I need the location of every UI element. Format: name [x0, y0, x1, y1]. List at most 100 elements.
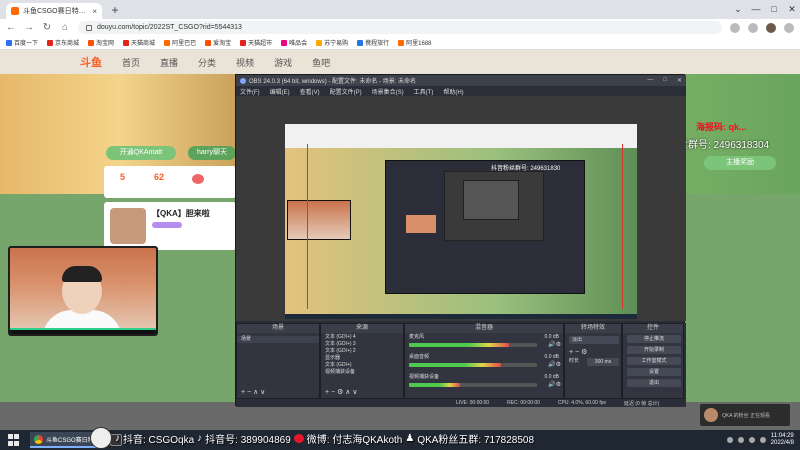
bookmark-item[interactable]: 爱淘宝 — [205, 38, 231, 47]
obs-menu-item[interactable]: 配置文件(P) — [330, 87, 362, 96]
obs-menu-item[interactable]: 编辑(E) — [270, 87, 290, 96]
address-bar-row: ← → ↻ ⌂ douyu.com/topic/2022ST_CSGO?rid=… — [0, 19, 800, 36]
open-fan-button[interactable]: 开通QKAmatt — [106, 146, 176, 160]
volume-meter[interactable] — [409, 383, 537, 387]
bookmark-item[interactable]: 百度一下 — [6, 38, 38, 47]
stat-number: 62 — [154, 172, 165, 182]
mute-speaker-icon[interactable]: 🔊⚙ — [548, 341, 561, 348]
bookmark-item[interactable]: 苏宁易购 — [316, 38, 348, 47]
windows-start-icon[interactable] — [4, 434, 22, 446]
control-button[interactable]: 设置 — [627, 368, 681, 376]
tab-title: 斗鱼CSGO赛日特… — [23, 8, 86, 15]
obs-minimize-button[interactable]: — — [647, 77, 653, 84]
bookmark-item[interactable]: 阿里1688 — [398, 38, 432, 47]
network-icon[interactable] — [748, 437, 755, 443]
source-item[interactable]: 视频捕获设备 — [321, 369, 403, 376]
gift-icon[interactable] — [192, 174, 204, 184]
streamer-avatar[interactable] — [110, 208, 146, 244]
forward-button[interactable]: → — [24, 22, 34, 33]
nav-category[interactable]: 分类 — [198, 56, 216, 69]
source-item[interactable]: 文本 (GDI+) 2 — [321, 348, 403, 355]
obs-maximize-button[interactable]: □ — [663, 77, 667, 84]
browser-tabstrip: 斗鱼CSGO赛日特… × + ⌄ — □ ✕ — [0, 0, 800, 19]
control-button[interactable]: 开始录制 — [627, 346, 681, 354]
transition-add-button[interactable]: + − ⚙ — [569, 348, 587, 356]
volume-meter[interactable] — [409, 363, 537, 367]
nav-fishbar[interactable]: 鱼吧 — [312, 56, 330, 69]
source-item[interactable]: 文本 (GDI+) 4 — [321, 334, 403, 341]
bookmark-label: 苏宁易购 — [324, 41, 349, 47]
source-add-button[interactable]: + − ⚙ ∧ ∨ — [325, 388, 357, 396]
tab-close-icon[interactable]: × — [92, 7, 97, 16]
duration-input[interactable]: 300 ms — [587, 358, 619, 366]
tiktok-icon: ♪ — [115, 432, 120, 444]
douyu-logo[interactable]: 斗鱼 — [80, 54, 102, 70]
sources-header: 来源 — [321, 324, 403, 333]
extension-icon[interactable] — [730, 22, 740, 33]
obs-logo-icon — [240, 77, 246, 84]
mute-speaker-icon[interactable]: 🔊⚙ — [548, 381, 561, 388]
volume-meter[interactable] — [409, 343, 537, 347]
source-item[interactable]: 显示器 — [321, 355, 403, 362]
mute-speaker-icon[interactable]: 🔊⚙ — [548, 361, 561, 368]
chat-button[interactable]: harry聊天 — [188, 146, 236, 160]
bookmark-item[interactable]: 淘宝网 — [88, 38, 114, 47]
mixer-channel: 麦克风 0.0 dB 🔊⚙ — [405, 334, 563, 354]
volume-icon[interactable] — [759, 437, 766, 443]
back-button[interactable]: ← — [6, 22, 16, 33]
viewer-popup[interactable]: QKA 的粉丝 正在观看 — [700, 404, 790, 426]
control-button[interactable]: 停止推流 — [627, 335, 681, 343]
system-clock[interactable]: 11:04:29 2022/4/8 — [771, 433, 794, 447]
maximize-button[interactable]: □ — [766, 2, 782, 16]
scene-add-button[interactable]: + − ∧ ∨ — [241, 388, 265, 396]
streamer-reward-button[interactable]: 主播奖励 — [704, 156, 776, 170]
source-item[interactable]: 文本 (GDI+) — [321, 362, 403, 369]
scene-item[interactable]: 场景 — [237, 336, 319, 343]
tab-search-button[interactable]: ⌄ — [730, 2, 746, 16]
obs-menu-item[interactable]: 工具(T) — [414, 87, 434, 96]
tray-icon[interactable] — [726, 437, 733, 443]
status-item: LIVE: 00:00:00 — [456, 400, 490, 406]
popup-text: QKA 的粉丝 正在观看 — [722, 412, 771, 419]
duration-label: 时长 — [569, 358, 580, 364]
new-tab-button[interactable]: + — [108, 3, 122, 17]
bookmark-item[interactable]: 阿里巴巴 — [164, 38, 196, 47]
transition-select[interactable]: 淡出 — [569, 336, 619, 344]
browser-tab[interactable]: 斗鱼CSGO赛日特… × — [6, 3, 102, 19]
nav-video[interactable]: 视频 — [236, 56, 254, 69]
bookmark-item[interactable]: 京东商城 — [47, 38, 79, 47]
home-button[interactable]: ⌂ — [60, 22, 70, 33]
menu-kebab-icon[interactable] — [784, 22, 794, 33]
close-window-button[interactable]: ✕ — [784, 2, 800, 16]
bookmark-item[interactable]: 携程旅行 — [357, 38, 389, 47]
profile-avatar[interactable] — [766, 22, 776, 33]
bookmark-item[interactable]: 天猫商城 — [123, 38, 155, 47]
bookmark-item[interactable]: 天猫超市 — [240, 38, 272, 47]
preview-canvas: 抖音粉丝群号: 249631830 — [285, 124, 637, 319]
bookmark-favicon-icon — [281, 39, 288, 46]
control-button[interactable]: 工作室模式 — [627, 357, 681, 365]
bookmark-label: 百度一下 — [14, 41, 39, 47]
obs-menu-item[interactable]: 文件(F) — [240, 87, 260, 96]
url-input[interactable]: douyu.com/topic/2022ST_CSGO?rid=5544313 — [78, 21, 722, 34]
tray-icon[interactable] — [737, 437, 744, 443]
bookmark-favicon-icon — [164, 39, 171, 46]
reload-button[interactable]: ↻ — [42, 22, 52, 33]
scenes-dock: 场景 场景 + − ∧ ∨ — [236, 323, 320, 399]
bookmark-item[interactable]: 唯品会 — [281, 38, 307, 47]
obs-close-button[interactable]: ✕ — [677, 77, 682, 84]
source-item[interactable]: 文本 (GDI+) 3 — [321, 341, 403, 348]
preview-nested-obs-3 — [463, 180, 519, 220]
obs-preview[interactable]: 抖音粉丝群号: 249631830 — [236, 96, 686, 321]
nav-home[interactable]: 首页 — [122, 56, 140, 69]
obs-menu-item[interactable]: 帮助(H) — [443, 87, 463, 96]
obs-menu-item[interactable]: 场景集合(S) — [372, 87, 404, 96]
obs-menu-item[interactable]: 查看(V) — [300, 87, 320, 96]
bookmark-favicon-icon — [88, 39, 95, 46]
control-button[interactable]: 退出 — [627, 379, 681, 387]
red-caption: 海报码: qk... — [696, 122, 747, 132]
nav-game[interactable]: 游戏 — [274, 56, 292, 69]
minimize-button[interactable]: — — [748, 2, 764, 16]
nav-live[interactable]: 直播 — [160, 56, 178, 69]
bookmark-star-icon[interactable] — [748, 22, 758, 33]
